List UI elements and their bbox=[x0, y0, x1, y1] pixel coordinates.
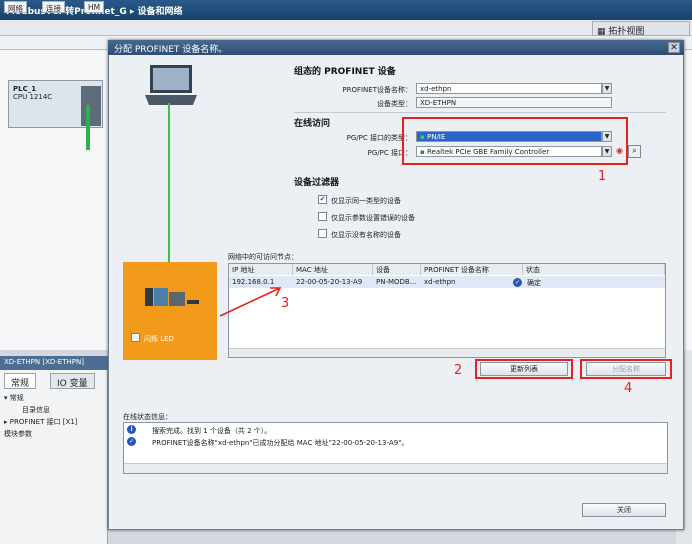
cell-device: PN-MODB... bbox=[376, 278, 417, 286]
tab-io-tags-label: IO 变量 bbox=[57, 379, 88, 389]
divider bbox=[294, 112, 666, 113]
laptop-icon bbox=[145, 65, 197, 105]
filter-param-error-label: 仅显示参数设置错误的设备 bbox=[331, 214, 415, 222]
annotation-2: 2 bbox=[454, 363, 463, 378]
tab-io-tags[interactable]: IO 变量 bbox=[50, 373, 95, 389]
chevron-down-icon[interactable]: ▼ bbox=[602, 83, 612, 94]
nodes-label: 网络中的可访问节点： bbox=[228, 253, 298, 261]
col-status[interactable]: 状态 bbox=[523, 264, 665, 275]
filter-same-type-label: 仅显示同一类型的设备 bbox=[331, 197, 401, 205]
tab-general-label: 常规 bbox=[11, 379, 30, 389]
tab-hmi-label: HM bbox=[88, 3, 101, 12]
device-type-label: 设备类型： bbox=[377, 100, 412, 108]
filter-same-type-checkbox[interactable]: ✔ bbox=[318, 195, 327, 204]
pgpc-iface-label: PG/PC 接口： bbox=[367, 149, 412, 157]
online-section-title: 在线访问 bbox=[294, 119, 331, 129]
tree-item-profinet[interactable]: ▸ PROFINET 接口 [X1] bbox=[4, 417, 78, 427]
tree-item-module-params[interactable]: 模块参数 bbox=[4, 429, 32, 439]
filter-no-name-label: 仅显示没有名称的设备 bbox=[331, 231, 401, 239]
filter-section-title: 设备过滤器 bbox=[294, 178, 340, 188]
filter-no-name-checkbox[interactable] bbox=[318, 229, 327, 238]
tab-connections[interactable]: 连接 bbox=[42, 1, 65, 13]
highlight-box-1 bbox=[402, 117, 628, 165]
cell-status: 确定 bbox=[527, 279, 541, 287]
tab-network-label: 网络 bbox=[8, 4, 23, 13]
flash-led-checkbox[interactable] bbox=[131, 333, 140, 342]
toolbar bbox=[0, 20, 692, 36]
annotation-3: 3 bbox=[281, 296, 290, 311]
annotation-4: 4 bbox=[624, 381, 633, 396]
ok-check-icon: ✓ bbox=[513, 278, 522, 287]
tab-connections-label: 连接 bbox=[46, 4, 61, 13]
device-icon bbox=[145, 288, 199, 306]
plc-module-icon bbox=[81, 86, 101, 126]
tree-item-general[interactable]: ▾ 常规 bbox=[4, 393, 24, 403]
inspector-title: XD-ETHPN [XD-ETHPN] bbox=[0, 356, 108, 370]
tab-hmi[interactable]: HM bbox=[84, 1, 105, 13]
info-icon: i bbox=[127, 425, 136, 434]
topology-view-tab[interactable]: ▦ 拓扑视图 bbox=[592, 21, 690, 37]
table-hscrollbar[interactable] bbox=[229, 348, 665, 357]
device-preview-panel bbox=[123, 262, 217, 360]
dialog-title: 分配 PROFINET 设备名称。 bbox=[108, 40, 684, 55]
device-type-field: XD-ETHPN bbox=[416, 97, 612, 108]
connection-line bbox=[168, 103, 170, 263]
highlight-box-4 bbox=[580, 359, 672, 379]
profinet-link bbox=[86, 105, 90, 150]
search-icon[interactable]: ⌕ bbox=[628, 145, 641, 158]
cell-name: xd-ethpn bbox=[424, 278, 456, 286]
pgpc-type-label: PG/PC 接口的类型： bbox=[346, 134, 412, 142]
flash-led-label: 闪烁 LED bbox=[144, 335, 174, 343]
tab-network[interactable]: 网络 bbox=[4, 1, 27, 13]
cell-mac: 22-00-05-20-13-A9 bbox=[296, 278, 363, 286]
configured-section-title: 组态的 PROFINET 设备 bbox=[294, 67, 396, 77]
col-mac[interactable]: MAC 地址 bbox=[293, 264, 373, 275]
tree-item-catalog[interactable]: 目录信息 bbox=[22, 405, 50, 415]
status-message-2: PROFINET设备名称"xd-ethpn"已成功分配给 MAC 地址"22-0… bbox=[152, 439, 409, 447]
device-name-label: PROFINET设备名称： bbox=[342, 86, 412, 94]
success-icon: ✓ bbox=[127, 437, 136, 446]
filter-param-error-checkbox[interactable] bbox=[318, 212, 327, 221]
close-icon[interactable]: ✕ bbox=[668, 42, 680, 53]
annotation-1: 1 bbox=[598, 169, 607, 184]
status-hscrollbar[interactable] bbox=[124, 463, 667, 473]
col-name[interactable]: PROFINET 设备名称 bbox=[421, 264, 523, 275]
status-message-1: 搜索完成。找到 1 个设备（共 2 个）。 bbox=[152, 427, 272, 435]
device-name-field[interactable]: xd-ethpn bbox=[416, 83, 602, 94]
tab-general[interactable]: 常规 bbox=[4, 373, 37, 389]
highlight-box-2 bbox=[475, 359, 573, 379]
close-button[interactable]: 关闭 bbox=[582, 503, 666, 517]
col-device[interactable]: 设备 bbox=[373, 264, 421, 275]
status-label: 在线状态信息： bbox=[123, 413, 172, 421]
col-ip[interactable]: IP 地址 bbox=[229, 264, 293, 275]
